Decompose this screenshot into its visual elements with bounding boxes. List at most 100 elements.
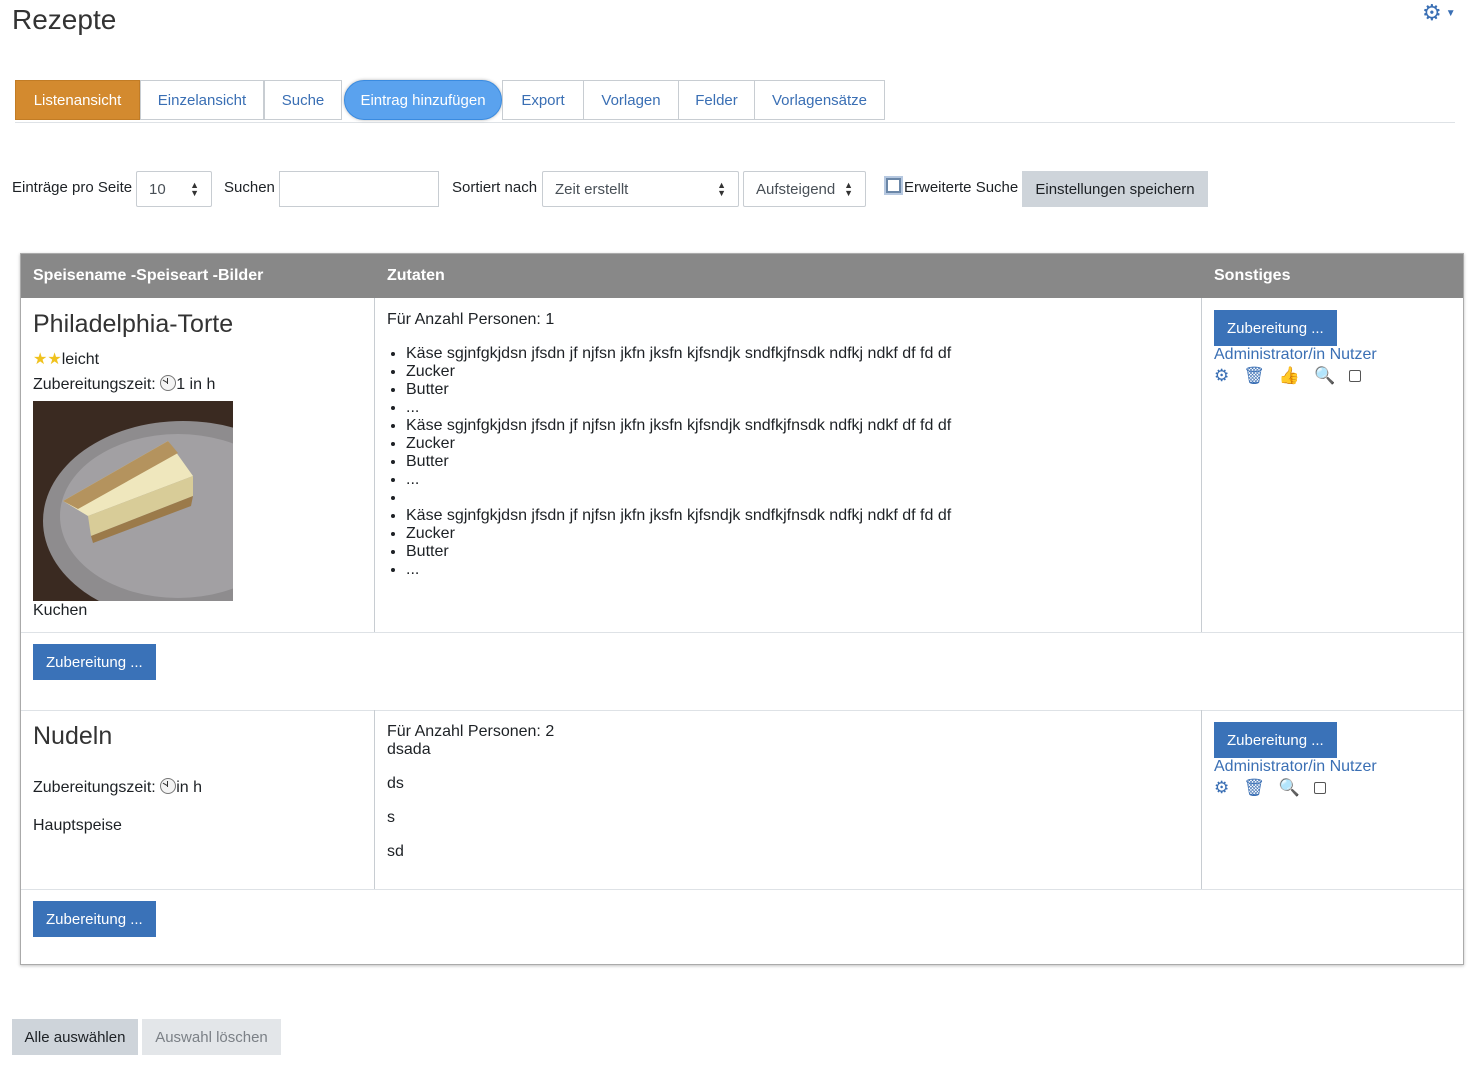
prep-time-unit: in h — [176, 779, 202, 796]
search-label: Suchen — [224, 179, 275, 196]
ingredients-cell: Für Anzahl Personen: 1 Käse sgjnfgkjdsn … — [387, 311, 1187, 579]
divider — [21, 889, 1463, 890]
list-item: Käse sgjnfgkjdsn jfsdn jf njfsn jkfn jks… — [406, 417, 1187, 435]
list-item: Butter — [406, 543, 1187, 561]
zubereitung-button[interactable]: Zubereitung ... — [1214, 310, 1337, 346]
per-page-value: 10 — [149, 180, 166, 198]
edit-gear-icon[interactable]: ⚙ — [1214, 778, 1229, 798]
list-item — [406, 489, 1187, 507]
order-value: Aufsteigend — [756, 180, 836, 198]
entry-actions: ⚙ 🗑 🔍 — [1214, 778, 1327, 798]
clock-icon — [160, 375, 177, 391]
list-item: Butter — [406, 381, 1187, 399]
list-item: Zucker — [406, 435, 1187, 453]
author-link[interactable]: Administrator/in Nutzer — [1214, 758, 1377, 776]
divider — [21, 710, 1463, 711]
divider — [1201, 298, 1202, 632]
table-header: Speisename -Speiseart -Bilder Zutaten So… — [21, 254, 1463, 298]
zubereitung-button[interactable]: Zubereitung ... — [1214, 722, 1337, 758]
ingredient-line: ds — [387, 775, 404, 792]
column-header-name: Speisename -Speiseart -Bilder — [33, 267, 264, 284]
edit-gear-icon[interactable]: ⚙ — [1214, 366, 1229, 386]
per-page-select[interactable]: 10 ▲ ▼ — [136, 171, 212, 207]
prep-time-label: Zubereitungszeit: — [33, 376, 156, 393]
recipe-image — [33, 401, 233, 601]
select-checkbox[interactable] — [1349, 370, 1362, 382]
list-item: ... — [406, 399, 1187, 417]
clock-icon — [160, 778, 177, 794]
tab-vorlagen[interactable]: Vorlagen — [583, 80, 679, 120]
tab-felder[interactable]: Felder — [678, 80, 755, 120]
divider — [21, 632, 1463, 633]
sort-value: Zeit erstellt — [555, 180, 629, 198]
zoom-in-icon[interactable]: 🔍 — [1279, 778, 1300, 798]
recipe-table: Speisename -Speiseart -Bilder Zutaten So… — [20, 253, 1464, 965]
list-item: Käse sgjnfgkjdsn jfsdn jf njfsn jkfn jks… — [406, 345, 1187, 363]
trash-icon[interactable]: 🗑 — [1243, 366, 1265, 386]
prep-time-unit: in h — [189, 376, 216, 393]
prep-time-label: Zubereitungszeit: — [33, 779, 156, 796]
sort-arrows-icon: ▲ ▼ — [717, 180, 726, 198]
divider — [374, 298, 375, 632]
ingredient-list: Käse sgjnfgkjdsn jfsdn jf njfsn jkfn jks… — [387, 345, 1187, 579]
page-title: Rezepte — [12, 4, 117, 35]
author-link[interactable]: Administrator/in Nutzer — [1214, 346, 1377, 364]
difficulty-label: leicht — [61, 351, 100, 368]
table-row: Philadelphia-Torte ★★leicht Zubereitungs… — [33, 310, 363, 394]
column-header-sonstiges: Sonstiges — [1214, 267, 1291, 284]
recipe-category: Kuchen — [33, 602, 88, 619]
tab-vorlagensaetze[interactable]: Vorlagensätze — [754, 80, 885, 120]
list-item: Käse sgjnfgkjdsn jfsdn jf njfsn jkfn jks… — [406, 507, 1187, 525]
prep-time: Zubereitungszeit: in h — [33, 778, 363, 797]
per-page-label: Einträge pro Seite — [12, 179, 133, 196]
zubereitung-button[interactable]: Zubereitung ... — [33, 644, 156, 680]
tab-suche[interactable]: Suche — [264, 80, 342, 120]
gear-icon: ⚙ — [1422, 0, 1442, 25]
select-checkbox[interactable] — [1314, 782, 1327, 794]
star-icon: ★★ — [33, 351, 62, 368]
tab-bar: Listenansicht Einzelansicht Suche Eintra… — [15, 80, 1455, 123]
persons-count: Für Anzahl Personen: 2 — [387, 723, 555, 740]
clear-selection-button[interactable]: Auswahl löschen — [142, 1019, 281, 1055]
zubereitung-button[interactable]: Zubereitung ... — [33, 901, 156, 937]
ingredient-line: dsada — [387, 741, 431, 758]
settings-menu[interactable]: ⚙ ▼ — [1422, 0, 1456, 26]
recipe-name: Philadelphia-Torte — [33, 310, 234, 338]
advanced-search-label: Erweiterte Suche — [904, 179, 1019, 196]
tab-listenansicht[interactable]: Listenansicht — [15, 80, 140, 120]
thumbs-up-icon[interactable]: 👍 — [1279, 366, 1300, 386]
list-item: Zucker — [406, 363, 1187, 381]
advanced-search-checkbox[interactable] — [886, 178, 901, 193]
select-all-button[interactable]: Alle auswählen — [12, 1019, 138, 1055]
ingredients-cell: Für Anzahl Personen: 2 dsada ds s sd — [387, 723, 1187, 861]
divider — [1201, 710, 1202, 889]
column-header-zutaten: Zutaten — [387, 267, 445, 284]
entry-actions: ⚙ 🗑 👍 🔍 — [1214, 366, 1362, 386]
ingredient-line: s — [387, 809, 395, 826]
tab-export[interactable]: Export — [502, 80, 584, 120]
trash-icon[interactable]: 🗑 — [1243, 778, 1265, 798]
recipe-name: Nudeln — [33, 722, 113, 750]
divider — [374, 710, 375, 889]
save-settings-button[interactable]: Einstellungen speichern — [1022, 171, 1208, 207]
difficulty: ★★leicht — [33, 349, 363, 369]
table-row: Nudeln Zubereitungszeit: in h Hauptspeis… — [33, 722, 363, 835]
list-item: Butter — [406, 453, 1187, 471]
prep-time-value: 1 — [176, 376, 186, 393]
sort-arrows-icon: ▲ ▼ — [190, 180, 199, 198]
sort-select[interactable]: Zeit erstellt ▲ ▼ — [542, 171, 739, 207]
tab-eintrag-hinzufuegen[interactable]: Eintrag hinzufügen — [344, 80, 502, 120]
order-select[interactable]: Aufsteigend ▲ ▼ — [743, 171, 866, 207]
tab-einzelansicht[interactable]: Einzelansicht — [140, 80, 264, 120]
caret-down-icon: ▼ — [1445, 7, 1456, 19]
zoom-in-icon[interactable]: 🔍 — [1314, 366, 1335, 386]
list-item: Zucker — [406, 525, 1187, 543]
search-input[interactable] — [279, 171, 439, 207]
list-item: ... — [406, 561, 1187, 579]
sort-arrows-icon: ▲ ▼ — [844, 180, 853, 198]
sort-label: Sortiert nach — [452, 179, 538, 196]
ingredient-line: sd — [387, 843, 404, 860]
filter-bar: Einträge pro Seite 10 ▲ ▼ Suchen Sortiert… — [12, 171, 1472, 207]
prep-time: Zubereitungszeit: 1 in h — [33, 375, 363, 394]
list-item: ... — [406, 471, 1187, 489]
